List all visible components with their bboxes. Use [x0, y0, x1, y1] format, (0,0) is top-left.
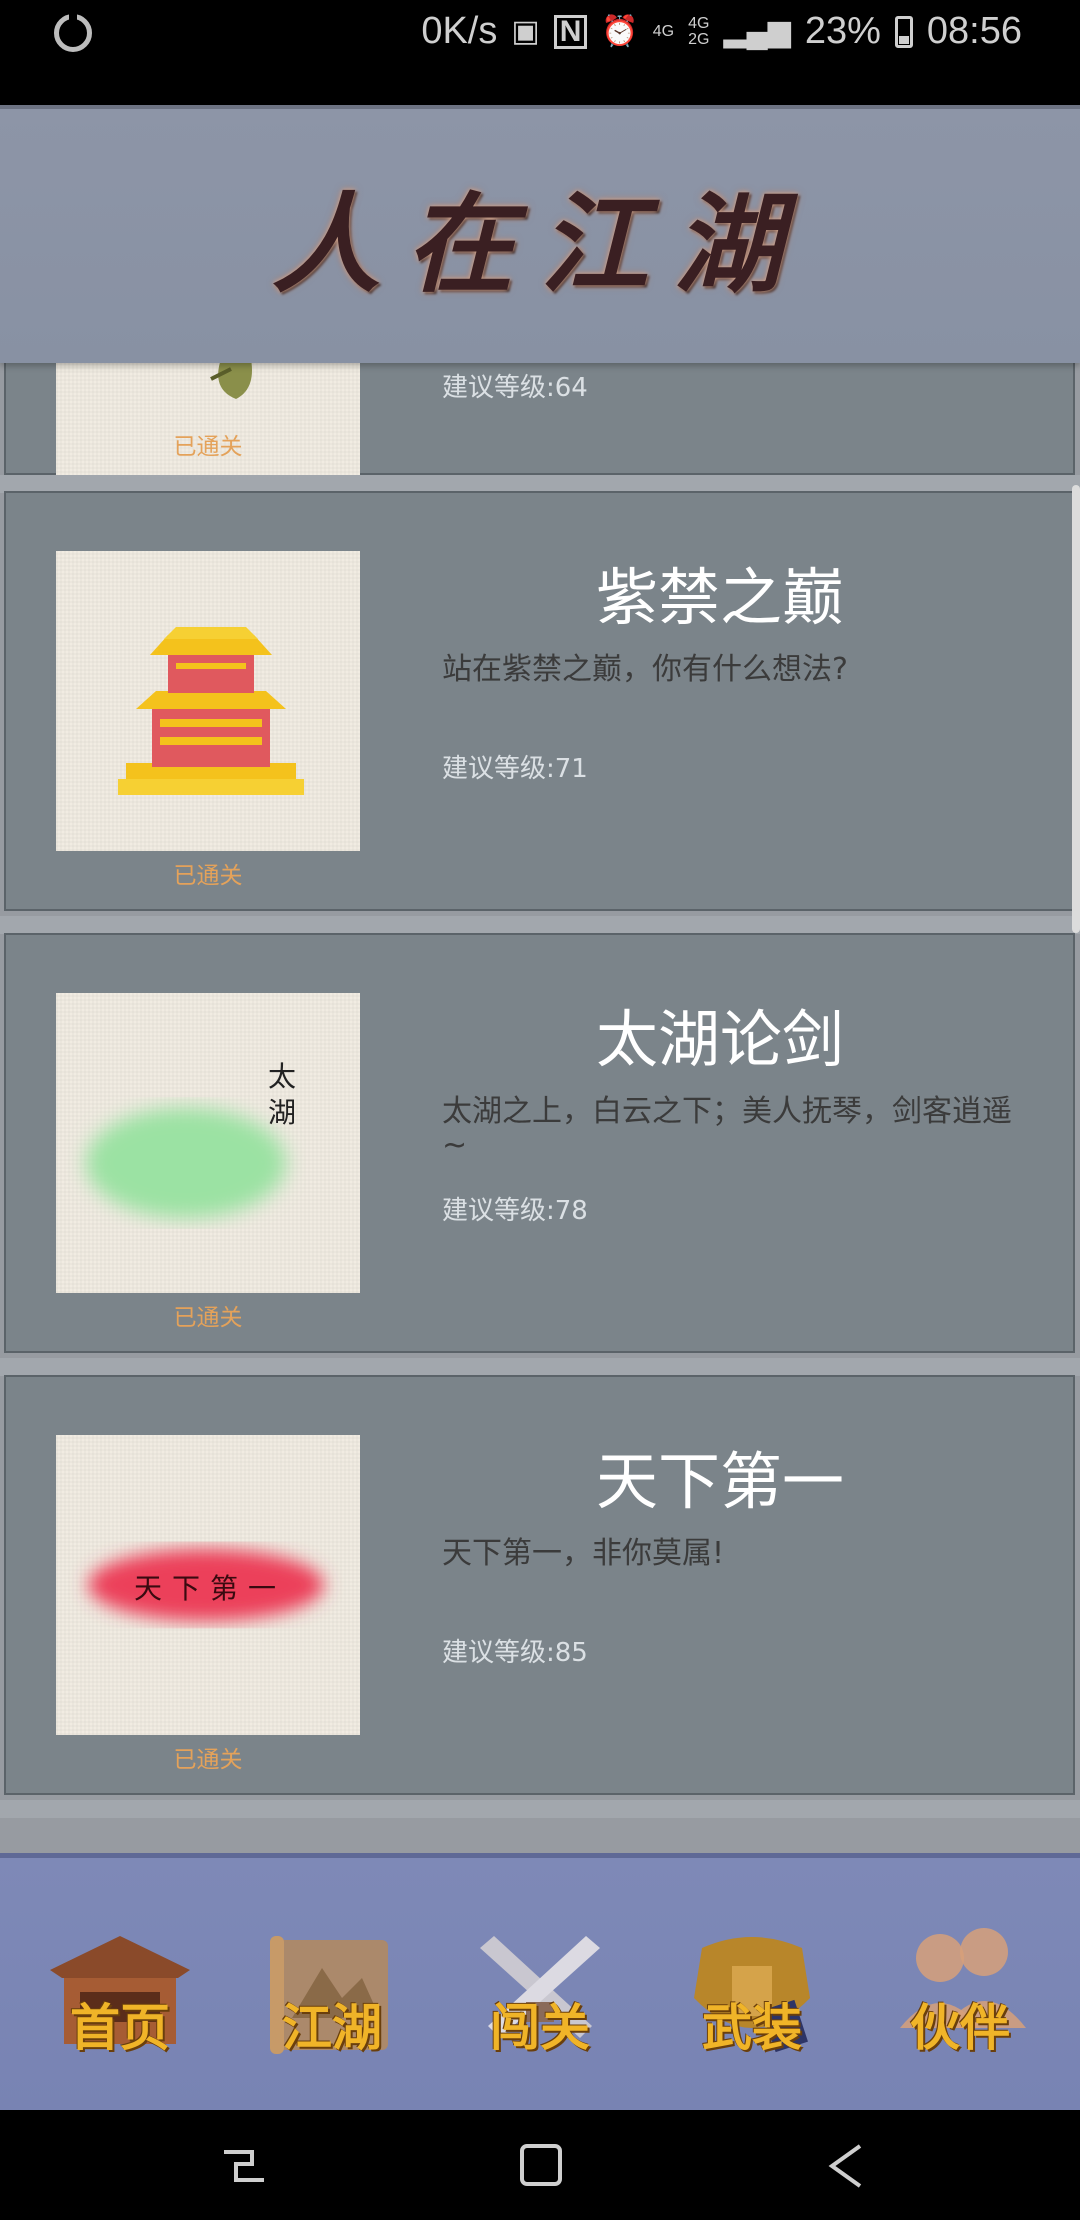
- recent-apps-icon[interactable]: [214, 2140, 274, 2190]
- back-icon[interactable]: [812, 2140, 872, 2190]
- divider: [0, 916, 1080, 934]
- clock: 08:56: [926, 10, 1022, 52]
- nfc-icon: N: [553, 14, 588, 49]
- home-button-icon[interactable]: [512, 2140, 572, 2190]
- system-navigation-bar: [0, 2110, 1080, 2220]
- divider: [0, 1358, 1080, 1376]
- champion-thumb-text: 天下第一: [134, 1572, 287, 1605]
- signal-icon: ▂▄▆: [723, 15, 791, 48]
- stage-level: 建议等级:71: [442, 754, 588, 784]
- stage-status: 已通关: [173, 434, 243, 460]
- stage-status: 已通关: [173, 1747, 243, 1773]
- tab-home[interactable]: 首页: [40, 1918, 200, 2078]
- network-speed: 0K/s: [421, 10, 498, 52]
- stage-description: 站在紫禁之巅，你有什么想法?: [442, 652, 848, 687]
- stage-status: 已通关: [173, 1305, 243, 1331]
- stage-description: 太湖之上，白云之下；美人抚琴，剑客逍遥~: [442, 1094, 1012, 1163]
- battery-percent: 23%: [804, 10, 881, 52]
- stage-level: 建议等级:78: [442, 1196, 588, 1226]
- network-2-indicator: 4G 2G: [688, 14, 710, 48]
- tab-label: 伙伴: [910, 1998, 1010, 2057]
- stage-title: 天下第一: [596, 1445, 845, 1518]
- lake-thumb-text: 太湖: [268, 1060, 297, 1129]
- stage-thumbnail: 太湖: [56, 993, 360, 1293]
- storage-icon: ▣: [511, 15, 540, 48]
- battery-icon: [894, 15, 913, 48]
- stage-level: 建议等级:85: [442, 1638, 588, 1668]
- tab-armor[interactable]: 武装: [672, 1918, 832, 2078]
- tab-label: 首页: [70, 1998, 170, 2057]
- tab-label: 江湖: [282, 1998, 382, 2057]
- leaf-icon: [210, 363, 252, 399]
- tab-label: 闯关: [490, 1998, 590, 2057]
- stage-card[interactable]: 建议等级:64 已通关: [4, 363, 1075, 489]
- sync-icon: [54, 10, 92, 52]
- stage-title: 太湖论剑: [596, 1003, 845, 1076]
- network-1-indicator: 4G: [652, 22, 675, 40]
- status-bar-right: 0K/s ▣ N ⏰ 4G 4G 2G ▂▄▆ 23% 08:56: [421, 10, 1022, 53]
- stage-title: 紫禁之巅: [596, 561, 845, 634]
- stage-status: 已通关: [173, 863, 243, 889]
- stage-list[interactable]: 建议等级:64 已通关 紫禁之巅 站在紫禁之巅，你有什么想法? 建议等级:71 …: [0, 363, 1080, 1953]
- stage-description: 天下第一，非你莫属!: [442, 1536, 725, 1571]
- tab-challenge[interactable]: 闯关: [460, 1918, 620, 2078]
- scrollbar[interactable]: [1072, 485, 1080, 933]
- stage-level: 建议等级:64: [442, 373, 588, 403]
- app-screen: 人在江湖 建议等级:64 已通关 紫禁之巅 站在紫禁之巅，你有什么想法? 建议等…: [0, 105, 1080, 2110]
- bottom-tab-bar: 首页 江湖 闯关 武装 伙伴: [0, 1853, 1080, 2110]
- status-bar: 0K/s ▣ N ⏰ 4G 4G 2G ▂▄▆ 23% 08:56: [0, 0, 1080, 105]
- tab-jianghu[interactable]: 江湖: [252, 1918, 412, 2078]
- stage-card[interactable]: 太湖 太湖论剑 太湖之上，白云之下；美人抚琴，剑客逍遥~ 建议等级:78 已通关: [4, 933, 1075, 1353]
- stage-thumbnail: [56, 363, 360, 489]
- stage-card[interactable]: 紫禁之巅 站在紫禁之巅，你有什么想法? 建议等级:71 已通关: [4, 491, 1075, 911]
- tab-label: 武装: [702, 1998, 802, 2057]
- stage-thumbnail: 天下第一: [56, 1435, 360, 1735]
- page-title: 人在江湖: [271, 182, 808, 308]
- tab-partners[interactable]: 伙伴: [880, 1918, 1040, 2078]
- app-header: 人在江湖: [0, 105, 1080, 363]
- palace-icon: [118, 627, 304, 795]
- lake-icon: [86, 1108, 286, 1218]
- stage-thumbnail: [56, 551, 360, 851]
- alarm-icon: ⏰: [601, 15, 639, 48]
- stage-card[interactable]: 天下第一 天下第一 天下第一，非你莫属! 建议等级:85 已通关: [4, 1375, 1075, 1795]
- divider: [0, 1800, 1080, 1818]
